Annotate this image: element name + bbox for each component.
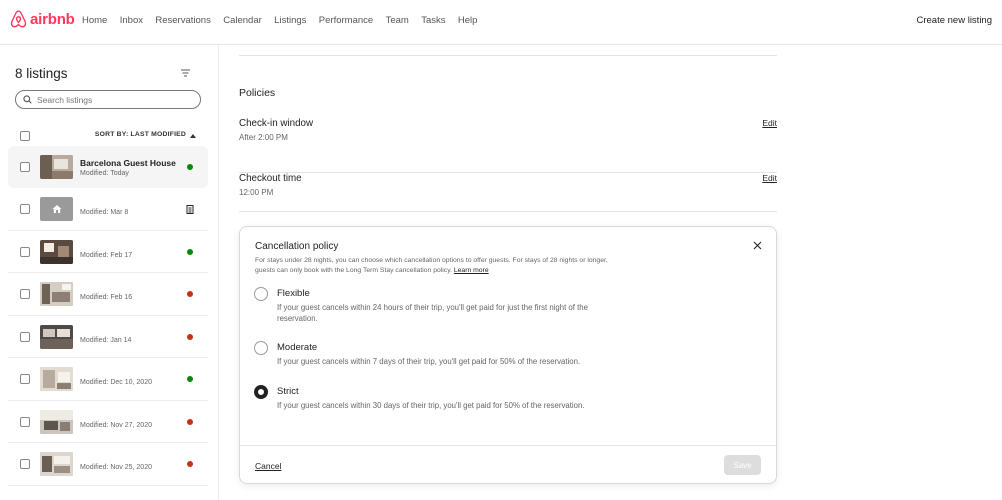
listing-thumbnail: [40, 324, 73, 349]
in-progress-icon: [186, 205, 194, 214]
description-text: For stays under 28 nights, you can choos…: [255, 257, 608, 274]
nav-reservations[interactable]: Reservations: [155, 15, 210, 26]
listing-modified: Modified: Feb 17: [80, 251, 133, 259]
airbnb-belo-icon: [10, 10, 27, 28]
listing-modified: Modified: Mar 8: [80, 209, 129, 216]
policies-heading: Policies: [239, 87, 276, 99]
flexible-description: If your guest cancels within 24 hours of…: [277, 303, 588, 323]
search-box: [15, 90, 201, 109]
moderate-description: If your guest cancels within 7 days of t…: [277, 357, 581, 366]
listing-name: Barcelona Guest House: [80, 158, 176, 168]
listing-row[interactable]: Modified: Feb 17: [8, 231, 208, 273]
checkout-time-value: 12:00 PM: [239, 188, 274, 197]
unlisted-status-dot: [187, 291, 193, 297]
nav-help[interactable]: Help: [458, 15, 478, 26]
listing-modified: Modified: Jan 14: [80, 336, 132, 344]
listing-row[interactable]: Modified: Dec 10, 2020: [8, 358, 208, 401]
unlisted-status-dot: [187, 333, 193, 340]
edit-checkin-button[interactable]: Edit: [762, 118, 777, 128]
unlisted-status-dot: [187, 418, 193, 425]
checkin-window-row: Check-in window After 2:00 PM Edit: [239, 118, 777, 173]
edit-checkout-button[interactable]: Edit: [762, 173, 777, 183]
listing-modified: Modified: Today: [80, 170, 129, 177]
top-navigation-bar: airbnb Home Inbox Reservations Calendar …: [0, 0, 1002, 45]
unlisted-status-dot: [187, 461, 193, 467]
listed-status-dot: [187, 164, 193, 170]
listing-row[interactable]: Modified: Jan 14: [8, 316, 208, 358]
divider: [240, 445, 776, 446]
brand-name: airbnb: [30, 10, 75, 28]
nav-performance[interactable]: Performance: [319, 15, 373, 26]
checkin-window-label: Check-in window: [239, 118, 314, 129]
listed-status-dot: [187, 248, 193, 255]
select-all-checkbox[interactable]: [20, 131, 30, 141]
listings-count-title: 8 listings: [15, 66, 68, 81]
listing-modified: Modified: Nov 27, 2020: [80, 421, 152, 429]
listing-thumbnail: [40, 197, 73, 221]
checkout-time-label: Checkout time: [239, 173, 302, 184]
listing-checkbox[interactable]: [20, 459, 30, 469]
listing-thumbnail: [40, 452, 73, 476]
checkin-window-value: After 2:00 PM: [239, 133, 288, 142]
airbnb-logo[interactable]: airbnb: [10, 10, 75, 28]
listing-thumbnail: [40, 239, 73, 264]
cancellation-policy-title: Cancellation policy: [255, 241, 339, 252]
strict-radio-selected[interactable]: [254, 385, 268, 399]
listing-row[interactable]: Modified: Nov 25, 2020: [8, 443, 208, 486]
listings-sidebar: 8 listings SORT BY: LAST MODIFIED Barcel…: [0, 45, 219, 500]
nav-calendar[interactable]: Calendar: [223, 15, 262, 26]
nav-listings[interactable]: Listings: [274, 15, 306, 26]
listing-row[interactable]: Modified: Nov 27, 2020: [8, 401, 208, 443]
listing-thumbnail: [40, 282, 73, 306]
listing-row[interactable]: Modified: Mar 8: [8, 188, 208, 231]
cancellation-policy-editor: Cancellation policy For stays under 28 n…: [239, 226, 777, 484]
nav-team[interactable]: Team: [386, 15, 409, 26]
nav-home[interactable]: Home: [82, 15, 107, 26]
listing-thumbnail: [40, 409, 73, 434]
listing-row[interactable]: Modified: Feb 16: [8, 273, 208, 316]
main-nav: Home Inbox Reservations Calendar Listing…: [82, 15, 490, 26]
listing-checkbox[interactable]: [20, 374, 30, 384]
nav-inbox[interactable]: Inbox: [120, 15, 143, 26]
strict-description: If your guest cancels within 30 days of …: [277, 401, 585, 410]
listing-checkbox[interactable]: [20, 204, 30, 214]
flexible-label: Flexible: [277, 288, 310, 299]
listing-checkbox[interactable]: [20, 416, 30, 427]
create-new-listing-link[interactable]: Create new listing: [916, 15, 992, 26]
search-input[interactable]: [37, 94, 197, 105]
search-icon: [23, 95, 32, 104]
listing-checkbox[interactable]: [20, 331, 30, 342]
filter-icon[interactable]: [180, 68, 191, 78]
strict-label: Strict: [277, 386, 299, 397]
moderate-radio[interactable]: [254, 341, 268, 355]
listed-status-dot: [187, 376, 193, 382]
listing-thumbnail: [40, 155, 73, 179]
listing-modified: Modified: Feb 16: [80, 294, 133, 301]
sort-caret-up-icon[interactable]: [190, 134, 196, 138]
listing-checkbox[interactable]: [20, 289, 30, 299]
checkout-time-row: Checkout time 12:00 PM Edit: [239, 173, 777, 212]
save-button[interactable]: Save: [724, 455, 761, 475]
listing-checkbox[interactable]: [20, 246, 30, 257]
house-icon: [52, 205, 61, 213]
sort-row: SORT BY: LAST MODIFIED: [20, 130, 200, 142]
listing-modified: Modified: Dec 10, 2020: [80, 379, 152, 386]
flexible-radio[interactable]: [254, 287, 268, 301]
divider: [239, 55, 777, 56]
listing-checkbox[interactable]: [20, 162, 30, 172]
learn-more-link[interactable]: Learn more: [454, 267, 489, 274]
close-icon[interactable]: [753, 241, 762, 250]
listing-row[interactable]: Barcelona Guest House Modified: Today: [8, 146, 208, 188]
nav-tasks[interactable]: Tasks: [421, 15, 445, 26]
listings-list: Barcelona Guest House Modified: Today Mo…: [8, 146, 208, 486]
listing-thumbnail: [40, 367, 73, 391]
cancel-button[interactable]: Cancel: [255, 461, 281, 471]
moderate-label: Moderate: [277, 342, 318, 353]
listing-modified: Modified: Nov 25, 2020: [80, 464, 152, 471]
sort-label[interactable]: SORT BY: LAST MODIFIED: [95, 131, 186, 138]
cancellation-policy-description: For stays under 28 nights, you can choos…: [255, 256, 615, 276]
